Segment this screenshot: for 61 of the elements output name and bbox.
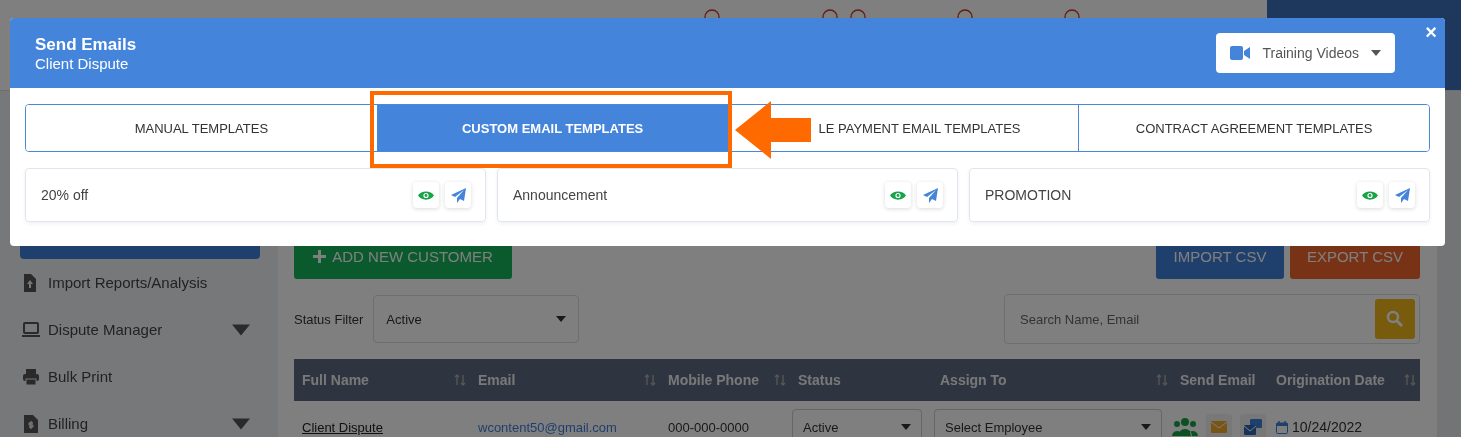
template-tab[interactable]: CUSTOM EMAIL TEMPLATES xyxy=(376,105,728,151)
search-field[interactable]: Search Name, Email xyxy=(1004,294,1420,344)
printer-icon xyxy=(22,367,40,386)
status-dropdown[interactable]: Active xyxy=(792,409,922,437)
status-filter-dropdown[interactable]: Active xyxy=(373,295,580,343)
paper-plane-icon xyxy=(450,187,466,203)
template-tab[interactable]: CONTRACT AGREEMENT TEMPLATES xyxy=(1078,105,1429,151)
sidebar-item[interactable]: Billing xyxy=(0,400,278,437)
envelope-icon xyxy=(1211,421,1227,433)
caret-icon xyxy=(1371,50,1381,56)
mail-stack-icon xyxy=(1244,419,1262,435)
column-header[interactable]: Status xyxy=(798,372,841,388)
sidebar-item[interactable]: Bulk Print xyxy=(0,353,278,400)
customer-name-link[interactable]: Client Dispute xyxy=(302,419,383,435)
status-filter-label: Status Filter xyxy=(294,311,364,327)
sidebar-item[interactable]: Dispute Manager xyxy=(0,306,278,353)
invoice-icon xyxy=(22,414,40,433)
sort-icon[interactable] xyxy=(454,374,466,386)
preview-button[interactable] xyxy=(885,182,911,208)
sort-icon[interactable] xyxy=(774,374,786,386)
calendar-icon xyxy=(1276,420,1288,434)
paper-plane-icon xyxy=(922,187,938,203)
close-button[interactable]: × xyxy=(1423,22,1439,42)
column-header[interactable]: Full Name xyxy=(302,372,369,388)
video-camera-icon xyxy=(1230,46,1251,60)
dialog-title: Send Emails xyxy=(35,34,137,55)
preview-button[interactable] xyxy=(413,182,439,208)
template-name: PROMOTION xyxy=(985,187,1073,203)
search-icon xyxy=(1386,310,1404,328)
column-header[interactable]: Assign To xyxy=(940,372,1007,388)
training-videos-dropdown[interactable]: Training Videos xyxy=(1216,33,1395,73)
eye-icon xyxy=(418,189,434,201)
paper-plane-icon xyxy=(1394,187,1410,203)
table-cell: 000-000-0000 xyxy=(668,419,749,435)
template-name: Announcement xyxy=(513,187,609,203)
eye-icon xyxy=(1362,189,1378,201)
template-name: 20% off xyxy=(41,187,90,203)
laptop-icon xyxy=(22,320,40,339)
sort-icon[interactable] xyxy=(1404,374,1416,386)
email-link[interactable]: wcontent50@gmail.com xyxy=(478,419,617,435)
sort-icon[interactable] xyxy=(644,374,656,386)
caret-icon xyxy=(556,316,567,322)
eye-icon xyxy=(890,189,906,201)
sort-icon[interactable] xyxy=(1156,374,1168,386)
sidebar-item[interactable]: Import Reports/Analysis xyxy=(0,259,278,306)
dialog-subtitle: Client Dispute xyxy=(35,54,130,72)
caret-icon xyxy=(901,424,911,430)
send-button[interactable] xyxy=(445,182,471,208)
people-icon[interactable] xyxy=(1172,417,1198,437)
caret-icon xyxy=(1141,424,1151,430)
bulk-email-button[interactable] xyxy=(1240,414,1266,437)
column-header[interactable]: Origination Date xyxy=(1276,372,1385,388)
employee-dropdown[interactable]: Select Employee xyxy=(934,409,1162,437)
preview-button[interactable] xyxy=(1357,182,1383,208)
plus-icon xyxy=(313,249,327,263)
send-button[interactable] xyxy=(917,182,943,208)
column-header[interactable]: Mobile Phone xyxy=(668,372,759,388)
column-header[interactable]: Send Email xyxy=(1180,372,1256,388)
column-header[interactable]: Email xyxy=(478,372,516,388)
date-text: 10/24/2022 xyxy=(1292,419,1363,435)
send-button[interactable] xyxy=(1389,182,1415,208)
